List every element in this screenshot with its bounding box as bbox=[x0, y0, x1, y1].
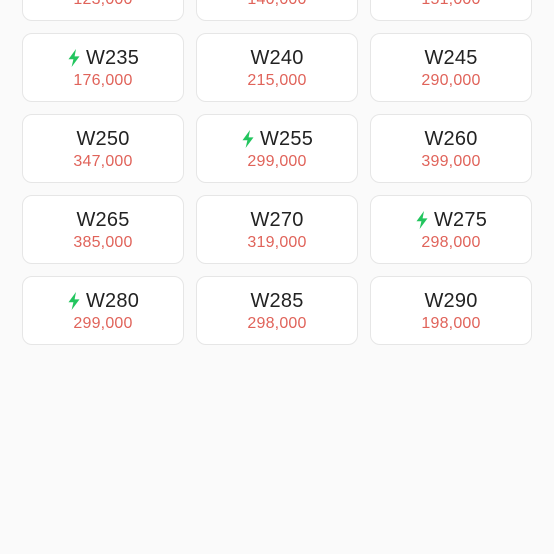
price-label: 299,000 bbox=[73, 315, 133, 332]
size-label-row: W250 bbox=[76, 126, 129, 152]
size-selection-page: 123,000 140,000 151,000 W235 176,000 W240 215,… bbox=[0, 0, 554, 554]
size-label: W275 bbox=[433, 208, 488, 231]
size-label: W245 bbox=[424, 46, 478, 69]
size-label: W285 bbox=[250, 289, 304, 312]
size-label: W260 bbox=[424, 127, 478, 150]
size-option-card[interactable]: W270 319,000 bbox=[196, 195, 358, 264]
size-option-card[interactable]: W290 198,000 bbox=[370, 276, 532, 345]
size-label: W240 bbox=[250, 46, 304, 69]
size-label-row: W265 bbox=[76, 207, 129, 233]
price-label: 215,000 bbox=[247, 72, 307, 89]
lightning-bolt-icon bbox=[415, 211, 429, 229]
size-option-card[interactable]: W275 298,000 bbox=[370, 195, 532, 264]
price-label: 290,000 bbox=[421, 72, 481, 89]
price-label: 299,000 bbox=[247, 153, 307, 170]
size-option-card[interactable]: 123,000 bbox=[22, 0, 184, 21]
size-label-row: W270 bbox=[250, 207, 303, 233]
price-label: 123,000 bbox=[73, 0, 132, 9]
size-option-card[interactable]: W240 215,000 bbox=[196, 33, 358, 102]
lightning-bolt-icon bbox=[241, 130, 255, 148]
size-label: W280 bbox=[85, 289, 140, 312]
price-label: 140,000 bbox=[247, 0, 306, 9]
price-label: 385,000 bbox=[73, 234, 133, 251]
size-label-row: W280 bbox=[67, 288, 139, 314]
size-option-card[interactable]: W265 385,000 bbox=[22, 195, 184, 264]
price-label: 198,000 bbox=[421, 315, 481, 332]
size-label-row: W255 bbox=[241, 126, 313, 152]
price-label: 319,000 bbox=[247, 234, 307, 251]
size-option-card[interactable]: 151,000 bbox=[370, 0, 532, 21]
size-label: W270 bbox=[250, 208, 304, 231]
lightning-bolt-icon bbox=[67, 49, 81, 67]
size-label-row: W245 bbox=[424, 45, 477, 71]
size-label: W255 bbox=[259, 127, 314, 150]
price-label: 298,000 bbox=[421, 234, 481, 251]
size-label-row: W285 bbox=[250, 288, 303, 314]
size-label-row: W235 bbox=[67, 45, 139, 71]
size-option-card[interactable]: W260 399,000 bbox=[370, 114, 532, 183]
size-option-card[interactable]: 140,000 bbox=[196, 0, 358, 21]
size-label-row: W275 bbox=[415, 207, 487, 233]
price-label: 298,000 bbox=[247, 315, 307, 332]
size-option-card[interactable]: W285 298,000 bbox=[196, 276, 358, 345]
size-label: W235 bbox=[85, 46, 140, 69]
size-label-row: W240 bbox=[250, 45, 303, 71]
size-label: W250 bbox=[76, 127, 130, 150]
price-label: 176,000 bbox=[73, 72, 133, 89]
size-label-row: W260 bbox=[424, 126, 477, 152]
size-option-grid: 123,000 140,000 151,000 W235 176,000 W240 215,… bbox=[22, 0, 532, 345]
size-label-row: W290 bbox=[424, 288, 477, 314]
size-option-card[interactable]: W280 299,000 bbox=[22, 276, 184, 345]
size-option-card[interactable]: W255 299,000 bbox=[196, 114, 358, 183]
size-option-card[interactable]: W250 347,000 bbox=[22, 114, 184, 183]
size-option-card[interactable]: W245 290,000 bbox=[370, 33, 532, 102]
size-label: W265 bbox=[76, 208, 130, 231]
price-label: 151,000 bbox=[421, 0, 480, 9]
lightning-bolt-icon bbox=[67, 292, 81, 310]
price-label: 399,000 bbox=[421, 153, 481, 170]
size-option-card[interactable]: W235 176,000 bbox=[22, 33, 184, 102]
price-label: 347,000 bbox=[73, 153, 133, 170]
size-label: W290 bbox=[424, 289, 478, 312]
